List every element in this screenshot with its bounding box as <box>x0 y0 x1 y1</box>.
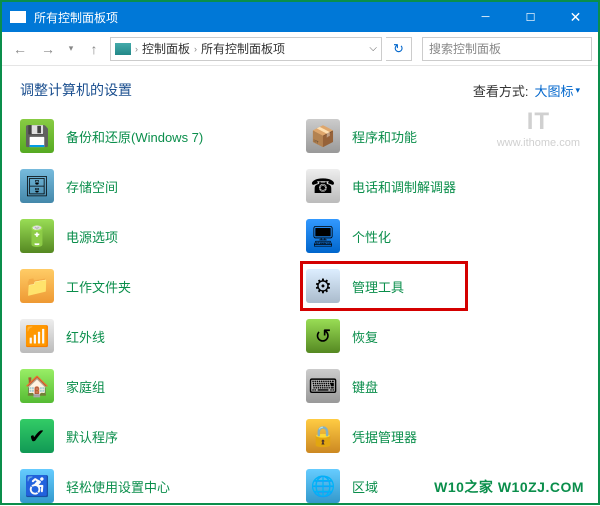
item-label: 键盘 <box>352 377 378 396</box>
item-power[interactable]: 🔋 电源选项 <box>20 218 294 254</box>
keyboard-icon: ⌨ <box>306 369 340 403</box>
item-label: 默认程序 <box>66 427 118 446</box>
storage-icon: 🗄 <box>20 169 54 203</box>
item-ease[interactable]: ♿ 轻松使用设置中心 <box>20 468 294 504</box>
back-button[interactable]: ← <box>8 37 32 61</box>
item-programs[interactable]: 📦 程序和功能 <box>306 118 580 154</box>
item-label: 凭据管理器 <box>352 427 417 446</box>
control-panel-path-icon <box>115 43 131 55</box>
minimize-button[interactable]: ─ <box>463 2 508 32</box>
control-panel-icon <box>10 11 26 23</box>
item-label: 个性化 <box>352 227 391 246</box>
items-grid: 💾 备份和还原(Windows 7) 📦 程序和功能 🗄 存储空间 ☎ 电话和调… <box>20 118 580 504</box>
item-homegroup[interactable]: 🏠 家庭组 <box>20 368 294 404</box>
view-dropdown-icon[interactable]: ▾ <box>575 85 580 96</box>
search-placeholder: 搜索控制面板 <box>429 40 501 57</box>
breadcrumb-level2[interactable]: 所有控制面板项 <box>201 40 285 57</box>
item-personalization[interactable]: 🖥 个性化 <box>306 218 580 254</box>
search-input[interactable]: 搜索控制面板 <box>422 37 592 61</box>
credentials-icon: 🔒 <box>306 419 340 453</box>
recovery-icon: ↺ <box>306 319 340 353</box>
breadcrumb-separator-icon: › <box>135 44 138 54</box>
item-label: 区域 <box>352 477 378 496</box>
window-title: 所有控制面板项 <box>34 9 118 26</box>
item-label: 程序和功能 <box>352 127 417 146</box>
item-credentials[interactable]: 🔒 凭据管理器 <box>306 418 580 454</box>
phone-icon: ☎ <box>306 169 340 203</box>
up-button[interactable]: ↑ <box>82 37 106 61</box>
address-dropdown-icon[interactable]: ⌵ <box>369 43 377 54</box>
item-admin[interactable]: ⚙ 管理工具 <box>306 268 580 304</box>
item-label: 家庭组 <box>66 377 105 396</box>
refresh-button[interactable]: ↻ <box>386 37 412 61</box>
item-label: 电话和调制解调器 <box>352 177 456 196</box>
item-backup[interactable]: 💾 备份和还原(Windows 7) <box>20 118 294 154</box>
item-workfolders[interactable]: 📁 工作文件夹 <box>20 268 294 304</box>
item-infrared[interactable]: 📶 红外线 <box>20 318 294 354</box>
maximize-button[interactable]: ☐ <box>508 2 553 32</box>
item-label: 备份和还原(Windows 7) <box>66 127 203 146</box>
admin-tools-icon: ⚙ <box>306 269 340 303</box>
backup-icon: 💾 <box>20 119 54 153</box>
breadcrumb-separator-icon: › <box>194 44 197 54</box>
infrared-icon: 📶 <box>20 319 54 353</box>
titlebar: 所有控制面板项 ─ ☐ ✕ <box>2 2 598 32</box>
forward-button[interactable]: → <box>36 37 60 61</box>
ease-of-access-icon: ♿ <box>20 469 54 503</box>
item-label: 轻松使用设置中心 <box>66 477 170 496</box>
view-mode-link[interactable]: 大图标 <box>534 81 573 100</box>
page-heading: 调整计算机的设置 <box>20 80 132 100</box>
address-bar[interactable]: › 控制面板 › 所有控制面板项 ⌵ <box>110 37 382 61</box>
item-storage[interactable]: 🗄 存储空间 <box>20 168 294 204</box>
personalization-icon: 🖥 <box>306 219 340 253</box>
power-icon: 🔋 <box>20 219 54 253</box>
item-recovery[interactable]: ↺ 恢复 <box>306 318 580 354</box>
programs-icon: 📦 <box>306 119 340 153</box>
toolbar: ← → ▾ ↑ › 控制面板 › 所有控制面板项 ⌵ ↻ 搜索控制面板 <box>2 32 598 66</box>
view-label: 查看方式: <box>473 81 529 100</box>
item-label: 电源选项 <box>66 227 118 246</box>
item-label: 管理工具 <box>352 277 404 296</box>
workfolders-icon: 📁 <box>20 269 54 303</box>
default-programs-icon: ✔ <box>20 419 54 453</box>
view-bar: 调整计算机的设置 查看方式: 大图标 ▾ <box>20 80 580 100</box>
item-label: 恢复 <box>352 327 378 346</box>
item-label: 存储空间 <box>66 177 118 196</box>
item-label: 工作文件夹 <box>66 277 131 296</box>
homegroup-icon: 🏠 <box>20 369 54 403</box>
item-keyboard[interactable]: ⌨ 键盘 <box>306 368 580 404</box>
history-dropdown[interactable]: ▾ <box>64 37 78 61</box>
item-default[interactable]: ✔ 默认程序 <box>20 418 294 454</box>
item-phone[interactable]: ☎ 电话和调制解调器 <box>306 168 580 204</box>
footer-brand: W10之家 W10ZJ.COM <box>434 477 584 497</box>
region-icon: 🌐 <box>306 469 340 503</box>
breadcrumb-level1[interactable]: 控制面板 <box>142 40 190 57</box>
close-button[interactable]: ✕ <box>553 2 598 32</box>
item-label: 红外线 <box>66 327 105 346</box>
content-area: 调整计算机的设置 查看方式: 大图标 ▾ 💾 备份和还原(Windows 7) … <box>2 66 598 506</box>
